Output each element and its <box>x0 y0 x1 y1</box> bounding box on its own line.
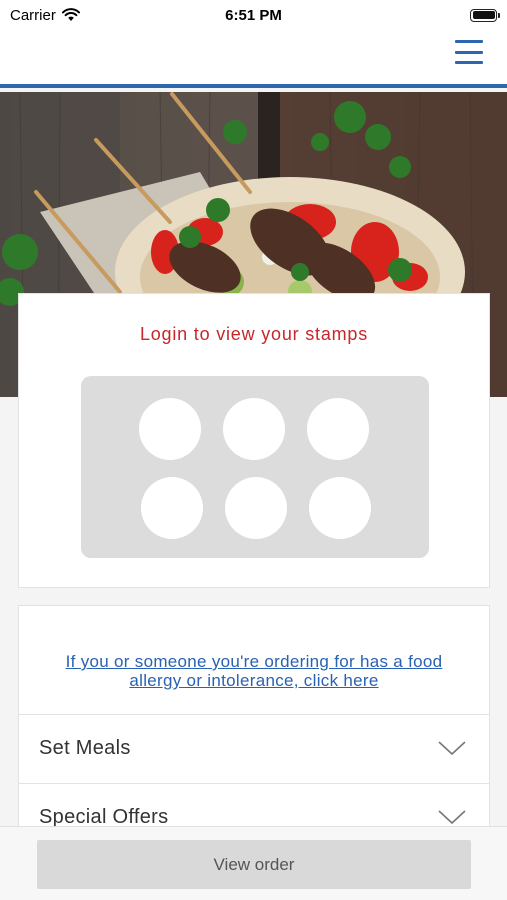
status-bar: Carrier 6:51 PM <box>0 0 507 30</box>
stamp-slot <box>223 398 285 460</box>
menu-category-set-meals[interactable]: Set Meals <box>18 714 490 784</box>
stamp-card: Login to view your stamps <box>18 293 490 588</box>
carrier-label: Carrier <box>10 6 56 24</box>
stamp-slot <box>141 477 203 539</box>
stamp-slot <box>225 477 287 539</box>
app-header <box>0 30 507 88</box>
stamp-board <box>81 376 429 558</box>
hamburger-icon[interactable] <box>455 40 483 64</box>
battery-icon <box>470 8 500 22</box>
chevron-down-icon <box>438 741 466 756</box>
bottom-bar: View order <box>0 826 507 900</box>
stamp-slot <box>139 398 201 460</box>
status-left: Carrier <box>10 7 80 24</box>
allergy-info-link[interactable]: If you or someone you're ordering for ha… <box>39 652 469 690</box>
view-order-button[interactable]: View order <box>37 840 471 889</box>
menu-category-label: Set Meals <box>39 737 131 759</box>
wifi-icon <box>61 8 80 21</box>
stamp-slot <box>309 477 371 539</box>
stamp-slot <box>307 398 369 460</box>
allergy-link-line1: If you or someone you're ordering for ha… <box>65 652 443 671</box>
chevron-down-icon <box>438 810 466 825</box>
allergy-info-card: If you or someone you're ordering for ha… <box>18 605 490 715</box>
allergy-link-line2: allergy or intolerance, click here <box>129 671 379 690</box>
stamps-login-prompt[interactable]: Login to view your stamps <box>19 324 489 345</box>
